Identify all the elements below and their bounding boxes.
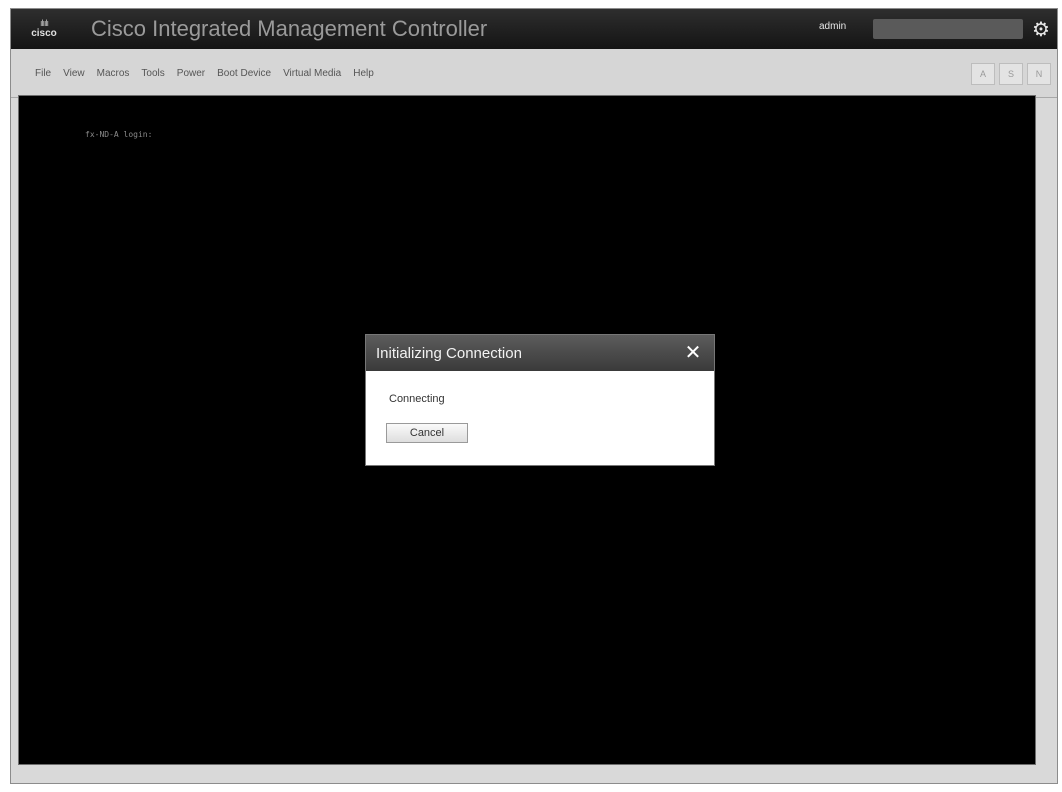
- title-bar: ılıılı cisco Cisco Integrated Management…: [11, 9, 1057, 49]
- cisco-logo: ılıılı cisco: [31, 18, 57, 40]
- menu-macros[interactable]: Macros: [91, 68, 136, 79]
- initializing-connection-dialog: Initializing Connection ✕ Connecting Can…: [365, 334, 715, 466]
- gear-icon[interactable]: ⚙: [1029, 15, 1053, 43]
- menu-boot-device[interactable]: Boot Device: [211, 68, 277, 79]
- dialog-title: Initializing Connection: [376, 344, 522, 362]
- menu-bar: File View Macros Tools Power Boot Device…: [11, 49, 1057, 98]
- toolbar-button-a[interactable]: A: [971, 63, 995, 85]
- menu-items: File View Macros Tools Power Boot Device…: [29, 68, 380, 79]
- app-title: Cisco Integrated Management Controller: [91, 16, 488, 41]
- menu-power[interactable]: Power: [171, 68, 211, 79]
- menu-file[interactable]: File: [29, 68, 57, 79]
- toolbar-buttons: A S N: [971, 63, 1051, 85]
- toolbar-button-n[interactable]: N: [1027, 63, 1051, 85]
- dialog-header: Initializing Connection ✕: [366, 335, 714, 371]
- user-name: admin: [819, 21, 847, 32]
- close-icon[interactable]: ✕: [682, 342, 704, 364]
- server-name-field: [873, 19, 1023, 39]
- menu-view[interactable]: View: [57, 68, 91, 79]
- menu-tools[interactable]: Tools: [135, 68, 170, 79]
- connection-status: Connecting: [389, 393, 445, 405]
- console-login-prompt: fx-ND-A login:: [85, 130, 153, 139]
- menu-virtual-media[interactable]: Virtual Media: [277, 68, 347, 79]
- toolbar-button-s[interactable]: S: [999, 63, 1023, 85]
- cancel-button[interactable]: Cancel: [386, 423, 468, 443]
- menu-help[interactable]: Help: [347, 68, 380, 79]
